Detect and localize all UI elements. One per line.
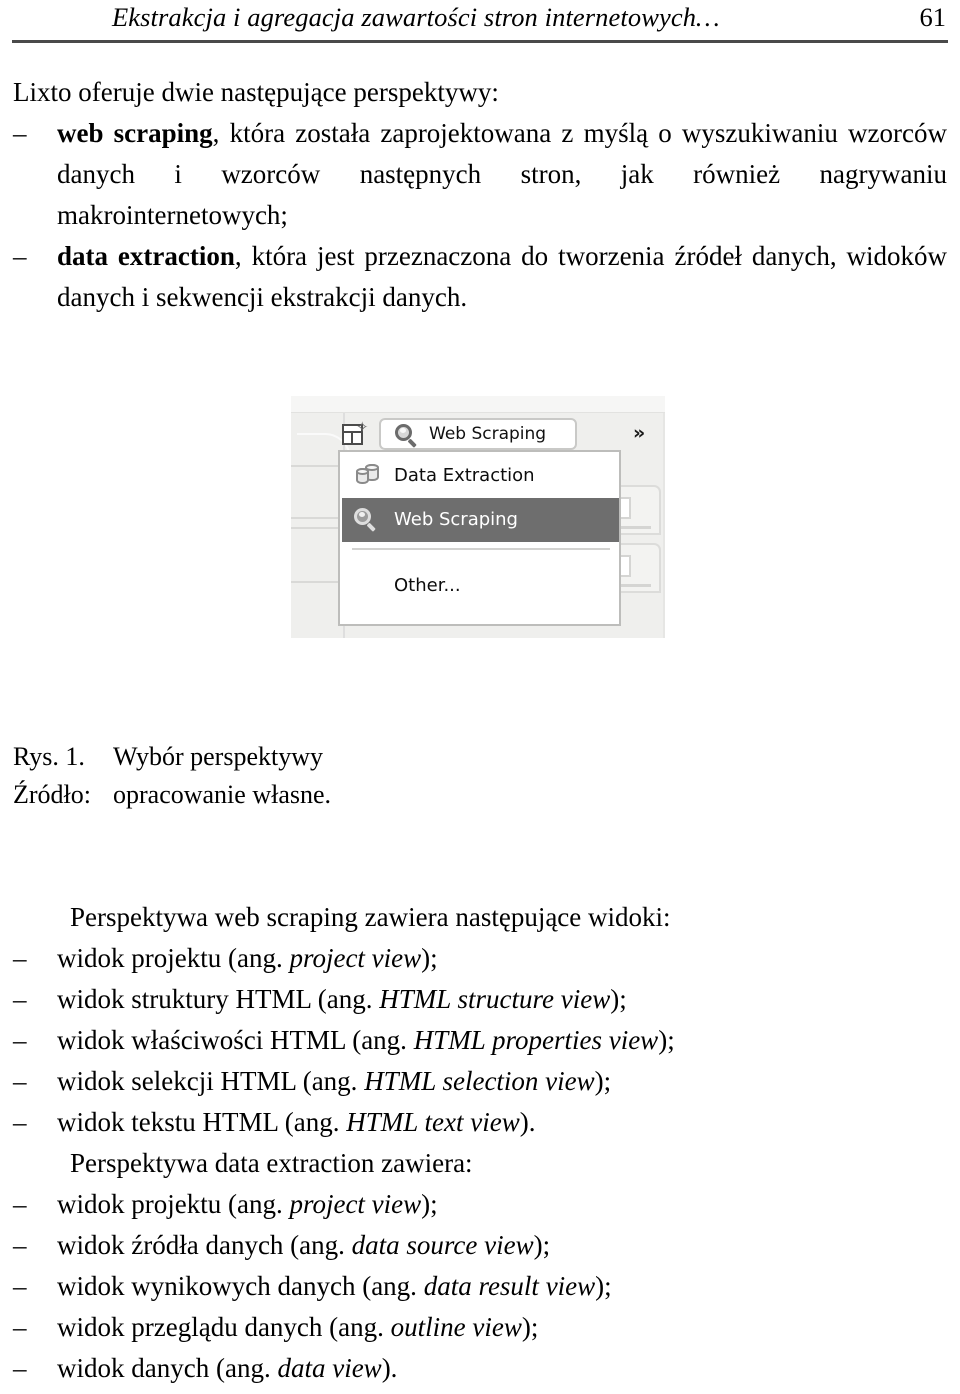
view-name-pl: widok struktury HTML (ang. — [57, 984, 380, 1014]
menu-separator — [352, 548, 610, 550]
view-name-tail: ); — [610, 984, 627, 1014]
view-name-tail: ). — [381, 1353, 398, 1383]
source-text: opracowanie własne. — [113, 780, 332, 809]
list-item: – widok przeglądu danych (ang. outline v… — [13, 1307, 947, 1348]
active-perspective-button[interactable]: Web Scraping — [379, 418, 577, 450]
list-item: – widok tekstu HTML (ang. HTML text view… — [13, 1102, 947, 1143]
menu-item-data-extraction[interactable]: Data Extraction — [342, 454, 619, 498]
view-name-en: data view — [277, 1353, 382, 1383]
view-name-tail: ); — [594, 1066, 612, 1096]
source-label: Źródło: — [13, 780, 91, 809]
list-bullet: – — [13, 1189, 27, 1219]
view-name-pl: widok właściwości HTML (ang. — [57, 1025, 414, 1055]
list-bullet: – — [13, 1312, 27, 1342]
database-icon — [356, 464, 382, 488]
figure-caption: Rys. 1. Wybór perspektywy Źródło: opracowa… — [13, 738, 613, 814]
view-name-en: data source view — [351, 1230, 534, 1260]
list-bullet: – — [13, 241, 27, 271]
view-name-tail: ); — [521, 1312, 539, 1342]
perspective-dropdown-menu[interactable]: Data Extraction Web Scraping Other... — [338, 450, 621, 626]
menu-item-web-scraping[interactable]: Web Scraping — [342, 498, 619, 542]
list-item: – widok źródła danych (ang. data source … — [13, 1225, 947, 1266]
list-item-term: web scraping — [57, 118, 213, 148]
list-item: – widok selekcji HTML (ang. HTML selecti… — [13, 1061, 947, 1102]
list-bullet: – — [13, 118, 27, 148]
background-line — [291, 465, 343, 467]
figure-number: Rys. 1. — [13, 742, 85, 771]
list-bullet: – — [13, 1107, 27, 1137]
view-name-pl: widok przeglądu danych (ang. — [57, 1312, 391, 1342]
list-item: – data extraction, która jest przeznaczo… — [13, 236, 947, 318]
magnifier-icon — [395, 424, 419, 448]
list-bullet: – — [13, 1230, 27, 1260]
menu-item-label: Data Extraction — [394, 465, 535, 486]
view-name-en: HTML selection view — [364, 1066, 595, 1096]
list-item-term: data extraction — [57, 241, 235, 271]
views-intro-web-scraping: Perspektywa web scraping zawiera następu… — [70, 902, 671, 932]
new-perspective-icon[interactable]: ✧ — [342, 418, 369, 447]
figure-perspective-switcher: ✧ Web Scraping » Data Extraction Web Scr… — [291, 396, 665, 638]
header-title: Ekstrakcja i agregacja zawartości stron … — [112, 2, 720, 32]
lead-paragraph: Lixto oferuje dwie następujące perspekty… — [13, 77, 499, 107]
view-name-en: HTML properties view — [413, 1025, 659, 1055]
background-line — [291, 581, 343, 583]
view-name-en: data result view — [423, 1271, 596, 1301]
list-item: – widok projektu (ang. project view); — [13, 1184, 947, 1225]
list-bullet: – — [13, 1066, 27, 1096]
view-name-tail: ); — [595, 1271, 612, 1301]
menu-item-label: Other... — [394, 575, 461, 596]
view-name-pl: widok wynikowych danych (ang. — [57, 1271, 424, 1301]
list-bullet: – — [13, 1353, 27, 1383]
list-item: – widok projektu (ang. project view); — [13, 938, 947, 979]
magnifier-icon — [354, 508, 378, 532]
view-name-en: HTML structure view — [379, 984, 611, 1014]
background-line — [291, 517, 343, 519]
view-name-tail: ); — [421, 1189, 438, 1219]
list-bullet: – — [13, 984, 27, 1014]
view-name-en: outline view — [390, 1312, 522, 1342]
view-name-pl: widok projektu (ang. — [57, 1189, 290, 1219]
header-divider — [12, 40, 948, 43]
menu-item-other[interactable]: Other... — [342, 564, 619, 608]
list-item: – widok danych (ang. data view). — [13, 1348, 947, 1389]
view-name-pl: widok projektu (ang. — [57, 943, 290, 973]
view-name-tail: ); — [658, 1025, 675, 1055]
view-name-tail: ); — [533, 1230, 551, 1260]
menu-item-label: Web Scraping — [394, 509, 518, 530]
sparkle-glyph: ✧ — [356, 418, 369, 436]
view-name-tail: ). — [519, 1107, 536, 1137]
view-name-pl: widok źródła danych (ang. — [57, 1230, 352, 1260]
page-header: Ekstrakcja i agregacja zawartości stron … — [0, 0, 960, 43]
page-number: 61 — [919, 2, 947, 32]
view-name-en: project view — [289, 1189, 422, 1219]
list-bullet: – — [13, 1025, 27, 1055]
view-name-en: HTML text view — [346, 1107, 520, 1137]
background-divider — [663, 413, 665, 638]
figure-title: Wybór perspektywy — [113, 742, 323, 771]
list-item: – widok struktury HTML (ang. HTML struct… — [13, 979, 947, 1020]
views-intro-data-extraction: Perspektywa data extraction zawiera: — [70, 1148, 473, 1178]
list-bullet: – — [13, 943, 27, 973]
caption-title-line: Rys. 1. Wybór perspektywy — [13, 738, 613, 776]
list-item: – web scraping, która została zaprojekto… — [13, 113, 947, 236]
view-name-pl: widok danych (ang. — [57, 1353, 278, 1383]
overflow-chevron-icon[interactable]: » — [633, 422, 645, 444]
view-name-tail: ); — [421, 943, 438, 973]
list-bullet: – — [13, 1271, 27, 1301]
background-line — [291, 527, 343, 529]
list-item: – widok wynikowych danych (ang. data res… — [13, 1266, 947, 1307]
window-top-strip — [291, 396, 665, 413]
view-name-en: project view — [289, 943, 422, 973]
view-name-pl: widok tekstu HTML (ang. — [57, 1107, 347, 1137]
view-name-pl: widok selekcji HTML (ang. — [57, 1066, 365, 1096]
active-perspective-label: Web Scraping — [429, 424, 547, 444]
list-item: – widok właściwości HTML (ang. HTML prop… — [13, 1020, 947, 1061]
caption-source-line: Źródło: opracowanie własne. — [13, 776, 613, 814]
